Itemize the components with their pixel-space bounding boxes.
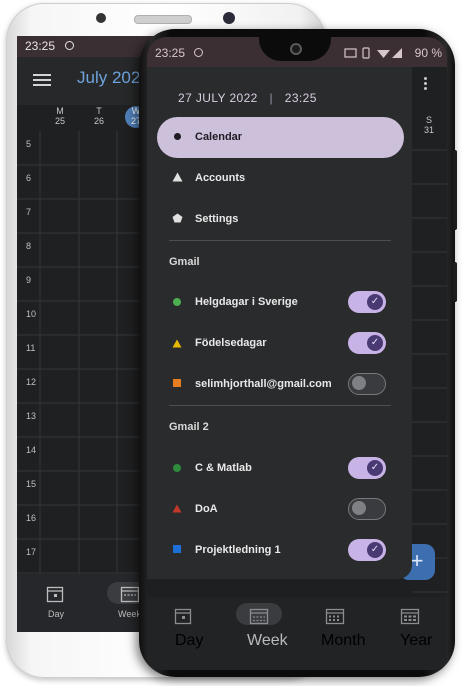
account-header: Gmail 2 [169,421,209,433]
year-icon[interactable] [400,607,420,625]
hour-label: 13 [26,411,37,421]
calendar-label: selimhjorthall@gmail.com [195,378,332,390]
drawer-time-text: 23:25 [284,91,317,105]
sensor [96,13,106,23]
hour-label: 17 [26,547,37,557]
overflow-menu-icon[interactable] [424,77,427,91]
calendar-toggle[interactable]: ✓ [348,539,386,561]
calendar-color-circle-icon [173,298,181,306]
hour-label: 16 [26,513,37,523]
drawer-date-text: 27 JULY 2022 [178,91,258,105]
calendar-label: C & Matlab [195,462,252,474]
day-header[interactable]: T 26 [79,106,119,126]
day-header[interactable]: M 25 [40,106,80,126]
status-icons [344,47,402,59]
front-screen: 23:25 90 % S 31 + 27 JULY 2022 | 23:25 C… [147,37,447,670]
nav-label-week[interactable]: Week [118,609,141,619]
nav-label-month[interactable]: Month [321,632,365,650]
menu-item-settings[interactable]: Settings [195,213,238,225]
pentagon-icon [172,213,183,223]
calendar-toggle[interactable] [348,498,386,520]
nav-label-week[interactable]: Week [247,632,288,650]
calendar-label: DoA [195,503,218,515]
calendar-color-triangle-icon [172,504,182,513]
hour-label: 8 [26,241,32,251]
calendar-dot-icon [174,133,181,140]
calendar-toggle[interactable]: ✓ [348,291,386,313]
calendar-toggle[interactable] [348,373,386,395]
calendar-toggle[interactable]: ✓ [348,332,386,354]
status-time: 23:25 [25,39,56,53]
calendar-color-square-icon [173,545,181,553]
hour-label: 6 [26,173,32,183]
drawer-date: 27 JULY 2022 | 23:25 [178,91,317,105]
hour-label: 11 [26,343,36,353]
calendar-color-circle-icon [173,464,181,472]
status-time: 23:25 [155,46,186,60]
hour-label: 14 [26,445,37,455]
calendar-toggle[interactable]: ✓ [348,457,386,479]
calendar-label: Helgdagar i Sverige [195,296,298,308]
divider [169,240,391,241]
triangle-icon [172,172,183,182]
hour-label: 15 [26,479,37,489]
nav-label-day[interactable]: Day [48,609,64,619]
front-camera [290,43,302,55]
week-grid-edge [412,149,447,593]
day-icon[interactable] [46,585,64,603]
front-camera [223,12,235,24]
calendar-label: Projektledning 1 [195,544,281,556]
hour-label: 7 [26,207,32,217]
nav-label-year[interactable]: Year [400,632,432,650]
nav-label-day[interactable]: Day [175,632,203,650]
divider [169,405,391,406]
day-header[interactable]: S 31 [419,115,439,135]
menu-item-label[interactable]: Calendar [195,131,242,143]
earpiece [134,15,192,24]
month-icon[interactable] [325,607,345,625]
hour-label: 5 [26,139,32,149]
battery-level: 90 % [414,46,442,60]
hour-label: 12 [26,377,37,387]
side-button [453,262,457,302]
calendar-color-square-icon [173,379,181,387]
account-header: Gmail [169,256,200,268]
record-icon [65,41,74,50]
menu-icon[interactable] [33,74,51,76]
record-icon [194,48,203,57]
week-icon[interactable] [120,585,140,603]
calendar-label: Födelsedagar [195,337,267,349]
menu-item-accounts[interactable]: Accounts [195,172,245,184]
day-icon[interactable] [174,607,192,625]
side-button [453,150,457,230]
calendar-color-triangle-icon [172,339,182,348]
week-icon[interactable] [249,607,269,625]
hour-label: 10 [26,309,37,319]
hour-label: 9 [26,275,32,285]
